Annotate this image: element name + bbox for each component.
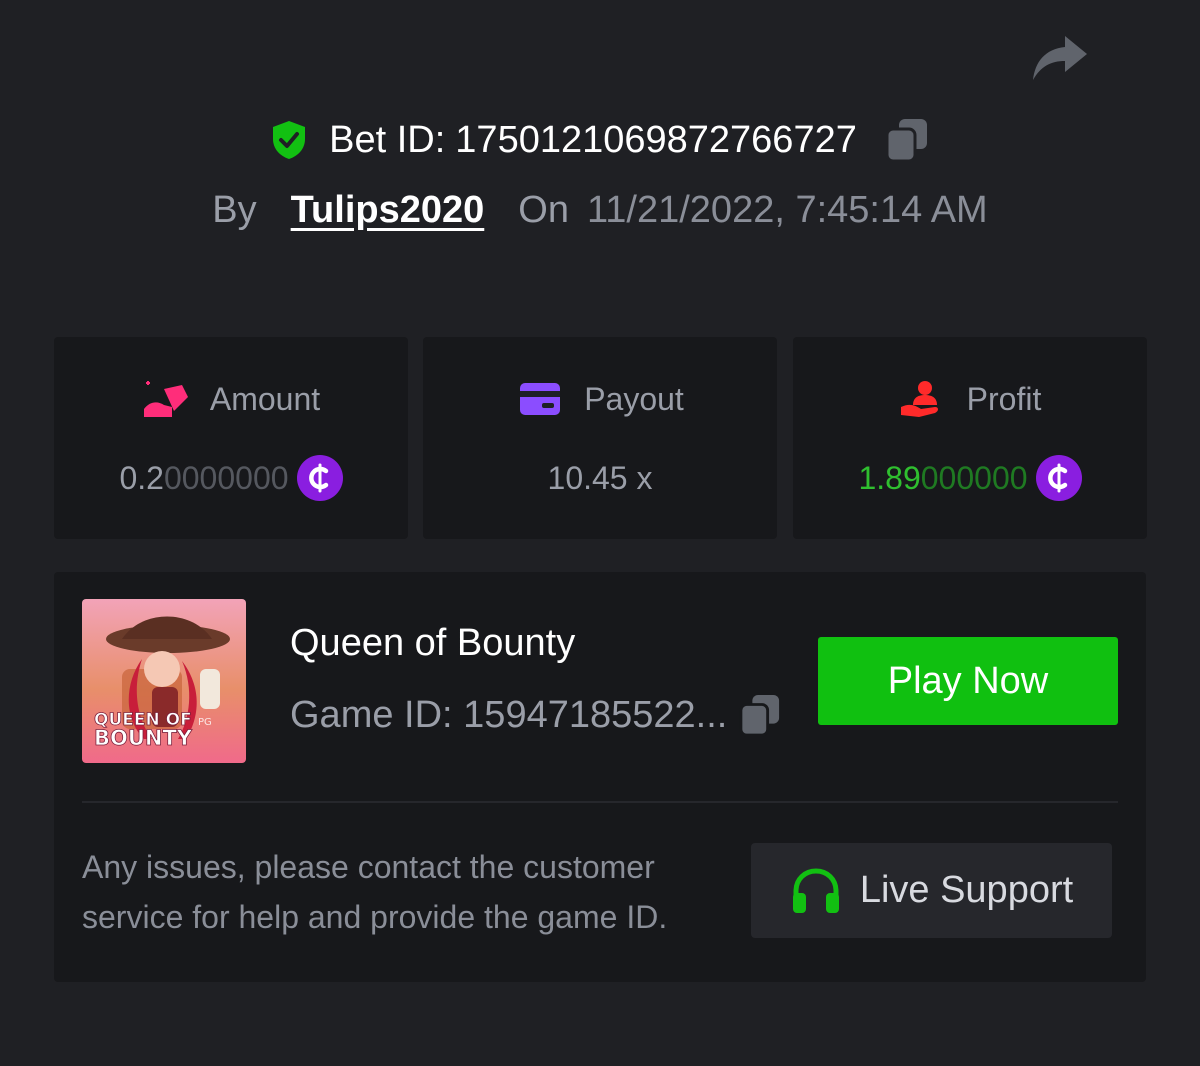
profit-header: Profit (793, 377, 1147, 421)
username-link[interactable]: Tulips2020 (291, 189, 485, 232)
game-title: Queen of Bounty (290, 622, 576, 664)
game-id-label: Game ID: (290, 693, 453, 736)
thumb-title-line2: BOUNTY (94, 726, 193, 750)
verified-shield-icon (273, 121, 306, 159)
copy-game-id-icon[interactable] (739, 692, 781, 738)
bet-detail-page: Bet ID: 1750121069872766727 By Tulips202… (0, 0, 1200, 1066)
coin-icon (1035, 455, 1082, 501)
game-thumbnail[interactable]: QUEEN OF BOUNTY PG (82, 599, 246, 763)
game-panel: QUEEN OF BOUNTY PG Queen of Bounty Game … (54, 572, 1146, 982)
divider (82, 801, 1118, 803)
game-id-row: Game ID: 15947185522... (290, 690, 781, 740)
share-button[interactable] (1028, 30, 1090, 86)
amount-value-main: 0.2 (119, 459, 164, 496)
payout-card: Payout 10.45 x (423, 337, 777, 539)
gem-hand-icon (143, 381, 188, 417)
profit-label: Profit (966, 380, 1042, 417)
play-now-button[interactable]: Play Now (818, 637, 1118, 725)
amount-card: Amount 0.2 0000000 (54, 337, 408, 539)
by-label: By (212, 188, 257, 231)
payout-header: Payout (423, 377, 777, 421)
payout-multiplier: 10.45 x (547, 459, 653, 496)
bet-datetime: 11/21/2022, 7:45:14 AM (586, 188, 988, 231)
profit-hand-icon (900, 381, 938, 417)
stats-row: Amount 0.2 0000000 Payout 10.45 x Profit… (54, 337, 1147, 539)
profit-value-main: 1.89 (858, 459, 921, 496)
profit-card: Profit 1.89 000000 (793, 337, 1147, 539)
profit-value: 1.89 000000 (793, 453, 1147, 503)
support-help-text: Any issues, please contact the customer … (82, 849, 668, 935)
copy-bet-id-icon[interactable] (885, 117, 929, 163)
headset-icon (792, 867, 839, 913)
bet-meta-row: By Tulips2020 On 11/21/2022, 7:45:14 AM (0, 182, 1200, 238)
live-support-button[interactable]: Live Support (751, 843, 1112, 938)
bet-id-label: Bet ID: (329, 118, 446, 161)
amount-value: 0.2 0000000 (54, 453, 408, 503)
payout-label: Payout (584, 380, 684, 417)
amount-label: Amount (209, 380, 321, 417)
share-icon (1033, 36, 1087, 80)
thumb-provider-badge: PG (198, 717, 212, 728)
payout-value: 10.45 x (423, 453, 777, 503)
amount-header: Amount (54, 377, 408, 421)
bet-id-value: 1750121069872766727 (455, 118, 857, 161)
card-icon (520, 383, 561, 415)
bet-id-row: Bet ID: 1750121069872766727 (0, 112, 1200, 168)
amount-value-decimals: 0000000 (163, 459, 289, 496)
game-id-value: 15947185522... (463, 693, 728, 736)
on-label: On (518, 188, 569, 231)
profit-value-decimals: 000000 (920, 459, 1028, 496)
coin-icon (296, 455, 343, 501)
live-support-label: Live Support (859, 869, 1074, 911)
